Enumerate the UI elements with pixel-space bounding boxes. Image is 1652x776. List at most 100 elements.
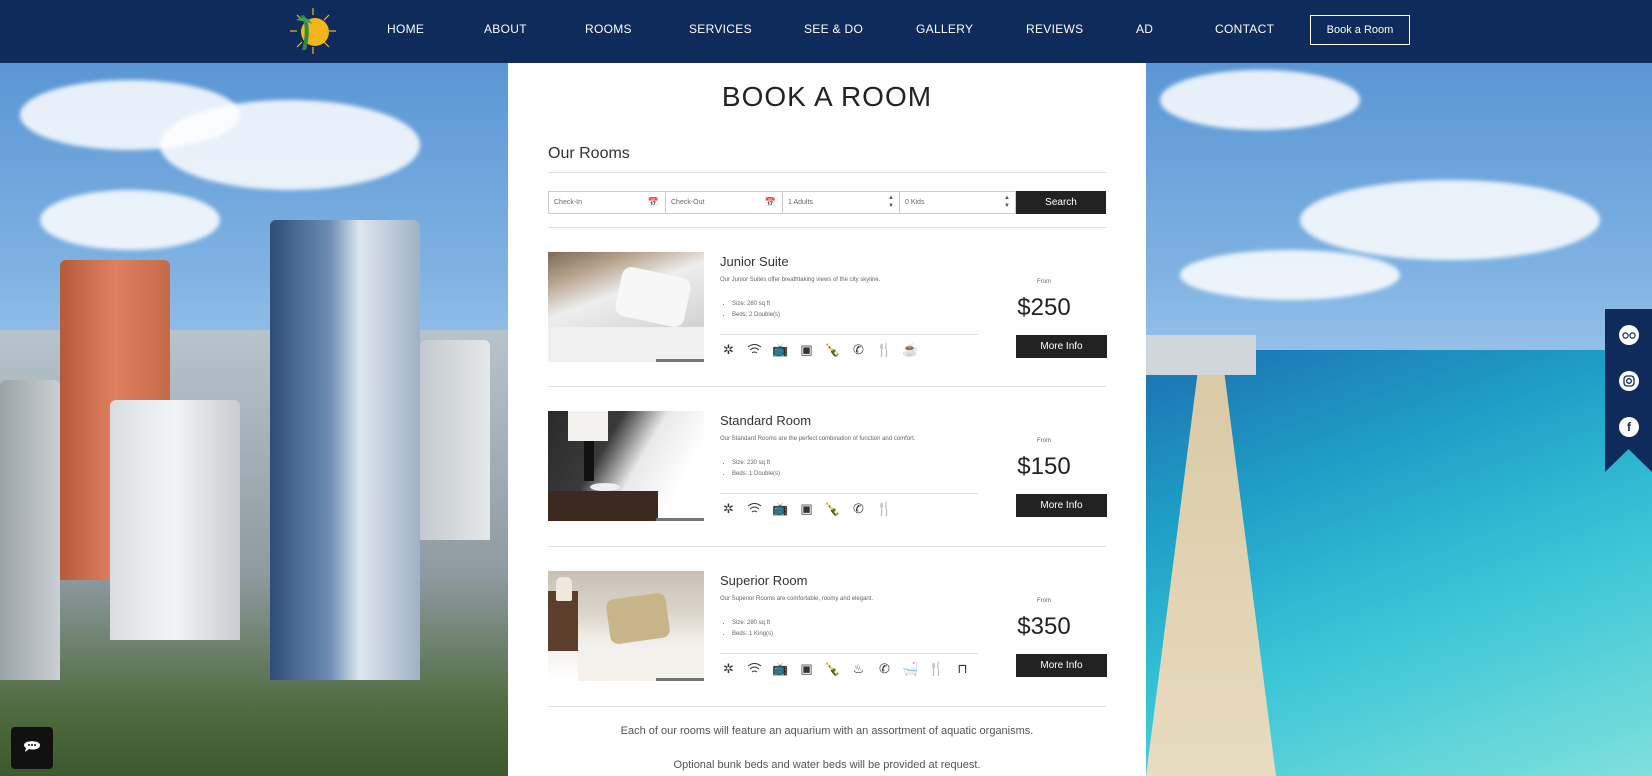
divider xyxy=(548,386,1106,387)
divider xyxy=(720,493,978,494)
booking-panel: BOOK A ROOM Our Rooms Check-In 📅 Check-O… xyxy=(508,63,1146,776)
checkout-field[interactable]: Check-Out 📅 xyxy=(665,191,782,214)
chat-button[interactable] xyxy=(11,727,53,769)
minibar-icon: 🍾 xyxy=(824,341,841,357)
hotel-logo[interactable] xyxy=(288,6,338,56)
more-info-button[interactable]: More Info xyxy=(1016,494,1107,517)
room-specs: Size: 280 sq ft Beds: 1 King(s) xyxy=(720,618,773,640)
checkout-label: Check-Out xyxy=(671,199,705,206)
tripadvisor-icon[interactable] xyxy=(1619,325,1639,345)
nav-contact[interactable]: CONTACT xyxy=(1215,22,1274,36)
nav-home[interactable]: HOME xyxy=(387,22,424,36)
divider xyxy=(548,706,1106,707)
divider xyxy=(548,546,1106,547)
wifi-icon xyxy=(746,341,763,358)
more-info-button[interactable]: More Info xyxy=(1016,335,1107,358)
social-sidebar: f xyxy=(1605,309,1652,472)
room-photo[interactable] xyxy=(548,252,704,362)
room-price: $250 xyxy=(1017,294,1071,321)
aquarium-note: Each of our rooms will feature an aquari… xyxy=(620,725,1034,737)
room-beds: Beds: 1 Double(s) xyxy=(732,469,780,480)
stepper-arrows-icon[interactable]: ▲ ▼ xyxy=(888,194,894,210)
nav-rooms[interactable]: ROOMS xyxy=(585,22,632,36)
amenities-row: ✲ 📺 ▣ 🍾 ♨ ✆ 🛁 🍴 ⊓ xyxy=(720,660,971,677)
room-card-superior-room: Superior Room Our Superior Rooms are com… xyxy=(548,571,1107,683)
kids-stepper[interactable]: 0 Kids ▲ ▼ xyxy=(899,191,1016,214)
nav-ad[interactable]: AD xyxy=(1136,22,1153,36)
nav-reviews[interactable]: REVIEWS xyxy=(1026,22,1083,36)
instagram-icon[interactable] xyxy=(1619,371,1639,391)
page-title: BOOK A ROOM xyxy=(721,81,933,112)
room-beds: Beds: 2 Double(s) xyxy=(732,310,780,321)
room-name[interactable]: Junior Suite xyxy=(720,254,789,269)
price-from-label: From xyxy=(1037,438,1051,444)
room-beds: Beds: 1 King(s) xyxy=(732,629,773,640)
restaurant-icon: 🍴 xyxy=(876,500,893,516)
room-photo[interactable] xyxy=(548,411,704,521)
room-card-standard-room: Standard Room Our Standard Rooms are the… xyxy=(548,411,1107,523)
price-from-label: From xyxy=(1037,279,1051,285)
calendar-icon: 📅 xyxy=(647,197,659,207)
search-button[interactable]: Search xyxy=(1016,191,1106,214)
room-size: Size: 280 sq ft xyxy=(732,618,773,629)
ac-icon: ✲ xyxy=(723,500,734,516)
minibar-icon: 🍾 xyxy=(824,500,841,516)
room-description: Our Standard Rooms are the perfect combi… xyxy=(720,436,916,442)
nav-see-and-do[interactable]: SEE & DO xyxy=(804,22,863,36)
chat-icon xyxy=(22,737,42,760)
room-description: Our Superior Rooms are comfortable, room… xyxy=(720,596,874,602)
nav-about[interactable]: ABOUT xyxy=(484,22,527,36)
tv-icon: 📺 xyxy=(772,500,789,516)
checkin-label: Check-In xyxy=(554,199,583,206)
wifi-icon xyxy=(746,500,763,517)
ac-icon: ✲ xyxy=(723,660,734,676)
safe-icon: ▣ xyxy=(800,660,813,676)
wifi-icon xyxy=(746,660,763,677)
room-size: Size: 260 sq ft xyxy=(732,299,780,310)
bathtub-icon: 🛁 xyxy=(902,660,919,676)
book-a-room-button[interactable]: Book a Room xyxy=(1310,15,1410,45)
nav-services[interactable]: SERVICES xyxy=(689,22,752,36)
room-price: $350 xyxy=(1017,613,1071,640)
room-name[interactable]: Superior Room xyxy=(720,573,807,588)
tv-icon: 📺 xyxy=(772,660,789,676)
room-photo[interactable] xyxy=(548,571,704,681)
price-from-label: From xyxy=(1037,598,1051,604)
stepper-arrows-icon[interactable]: ▲ ▼ xyxy=(1004,194,1010,210)
safe-icon: ▣ xyxy=(800,341,813,357)
beds-note: Optional bunk beds and water beds will b… xyxy=(673,759,981,771)
ac-icon: ✲ xyxy=(723,341,734,357)
phone-icon: ✆ xyxy=(879,660,890,676)
room-specs: Size: 260 sq ft Beds: 2 Double(s) xyxy=(720,299,780,321)
room-size: Size: 230 sq ft xyxy=(732,458,780,469)
facebook-icon[interactable]: f xyxy=(1619,417,1639,437)
section-title: Our Rooms xyxy=(548,145,630,162)
room-description: Our Junior Suites offer breathtaking vie… xyxy=(720,277,881,283)
divider xyxy=(720,653,978,654)
divider xyxy=(720,334,978,335)
room-specs: Size: 230 sq ft Beds: 1 Double(s) xyxy=(720,458,780,480)
room-price: $150 xyxy=(1017,453,1071,480)
amenities-row: ✲ 📺 ▣ 🍾 ✆ 🍴 xyxy=(720,500,893,517)
room-name[interactable]: Standard Room xyxy=(720,413,811,428)
phone-icon: ✆ xyxy=(853,341,864,357)
calendar-icon: 📅 xyxy=(764,197,776,207)
minibar-icon: 🍾 xyxy=(824,660,841,676)
restaurant-icon: 🍴 xyxy=(876,341,893,357)
top-nav: HOME ABOUT ROOMS SERVICES SEE & DO GALLE… xyxy=(0,0,1652,63)
checkin-field[interactable]: Check-In 📅 xyxy=(548,191,665,214)
room-card-junior-suite: Junior Suite Our Junior Suites offer bre… xyxy=(548,252,1107,364)
phone-icon: ✆ xyxy=(853,500,864,516)
adults-stepper[interactable]: 1 Adults ▲ ▼ xyxy=(782,191,899,214)
divider xyxy=(548,227,1106,228)
nav-gallery[interactable]: GALLERY xyxy=(916,22,973,36)
coffee-icon: ☕ xyxy=(902,341,919,357)
restaurant-icon: 🍴 xyxy=(928,660,945,676)
more-info-button[interactable]: More Info xyxy=(1016,654,1107,677)
desk-icon: ⊓ xyxy=(957,660,968,676)
search-bar: Check-In 📅 Check-Out 📅 1 Adults ▲ ▼ 0 Kid… xyxy=(548,191,1106,214)
hairdryer-icon: ♨ xyxy=(852,660,865,676)
amenities-row: ✲ 📺 ▣ 🍾 ✆ 🍴 ☕ xyxy=(720,341,919,358)
tv-icon: 📺 xyxy=(772,341,789,357)
safe-icon: ▣ xyxy=(800,500,813,516)
